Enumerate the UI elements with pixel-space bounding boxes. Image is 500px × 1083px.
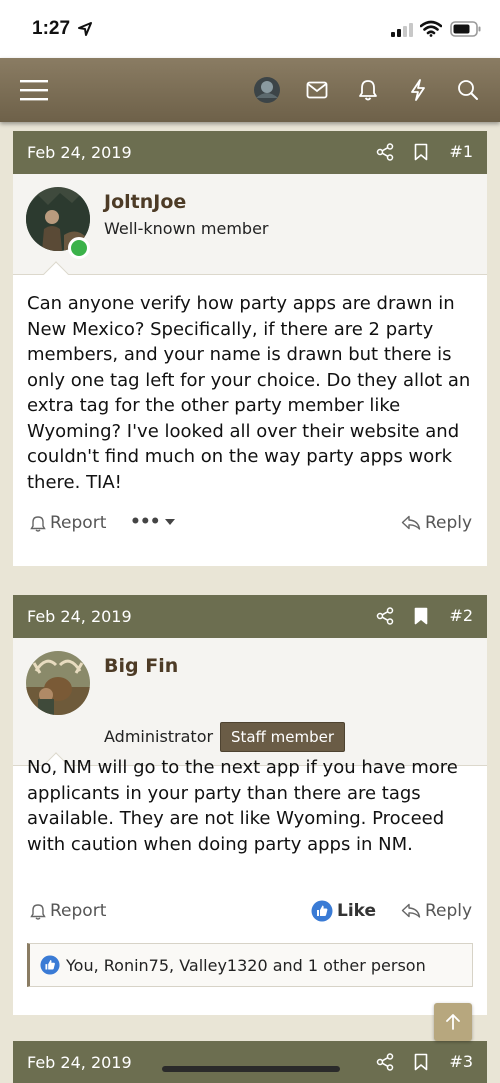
location-arrow-icon — [78, 22, 92, 36]
wifi-icon — [420, 20, 442, 37]
status-time: 1:27 — [32, 18, 71, 39]
more-dots: ••• — [130, 512, 161, 532]
home-indicator[interactable] — [162, 1066, 340, 1072]
user-band-pointer — [43, 261, 69, 287]
report-button[interactable]: Report — [30, 901, 106, 921]
reply-label: Reply — [425, 513, 473, 533]
user-title: Well-known member — [104, 219, 269, 238]
search-icon[interactable] — [452, 74, 484, 106]
like-label: Like — [337, 901, 377, 921]
user-info: JoltnJoe Well-known member — [13, 174, 487, 287]
username[interactable]: JoltnJoe — [104, 191, 186, 213]
menu-icon[interactable] — [18, 74, 50, 106]
report-button[interactable]: Report — [30, 513, 106, 533]
mail-icon[interactable] — [301, 74, 333, 106]
reply-label: Reply — [425, 901, 473, 921]
bookmark-icon[interactable] — [414, 1053, 428, 1071]
post-number[interactable]: #2 — [449, 606, 473, 625]
post-number[interactable]: #1 — [449, 142, 473, 161]
post-header: Feb 24, 2019 #1 — [13, 131, 487, 174]
reply-arrow-icon — [401, 903, 421, 918]
username[interactable]: Big Fin — [104, 655, 178, 677]
bell-outline-icon — [30, 903, 46, 920]
forum-navbar — [0, 58, 500, 122]
reactions-text: You, Ronin75, Valley1320 and 1 other per… — [66, 955, 426, 975]
avatar[interactable] — [26, 651, 90, 715]
user-info: Big Fin Administrator Staff member — [13, 638, 487, 778]
report-label: Report — [50, 901, 107, 921]
post-date[interactable]: Feb 24, 2019 — [27, 1053, 132, 1072]
post-number[interactable]: #3 — [449, 1052, 473, 1071]
reply-button[interactable]: Reply — [401, 901, 472, 921]
bell-icon[interactable] — [352, 74, 384, 106]
post-1: Feb 24, 2019 #1 JoltnJoe Well-known memb… — [13, 131, 487, 566]
reply-button[interactable]: Reply — [401, 513, 472, 533]
scroll-to-top-button[interactable] — [434, 1003, 472, 1041]
chevron-down-icon — [164, 519, 175, 525]
post-3: Feb 24, 2019 #3 — [13, 1041, 487, 1083]
user-avatar[interactable] — [251, 74, 283, 106]
share-icon[interactable] — [376, 143, 394, 161]
signal-icon — [391, 23, 413, 37]
post-2: Feb 24, 2019 #2 Big Fin Administrator St… — [13, 595, 487, 1015]
share-icon[interactable] — [376, 607, 394, 625]
bell-outline-icon — [30, 515, 46, 532]
thumbs-up-icon — [311, 900, 333, 922]
reply-arrow-icon — [401, 515, 421, 530]
post-date[interactable]: Feb 24, 2019 — [27, 143, 132, 162]
post-date[interactable]: Feb 24, 2019 — [27, 607, 132, 626]
post-header: Feb 24, 2019 #2 — [13, 595, 487, 638]
staff-member-badge[interactable]: Staff member — [220, 722, 345, 752]
more-options-button[interactable]: ••• — [130, 512, 176, 532]
lightning-icon[interactable] — [402, 74, 434, 106]
like-button[interactable]: Like — [311, 900, 376, 922]
thumbs-up-icon — [40, 955, 60, 975]
post-header: Feb 24, 2019 #3 — [13, 1041, 487, 1083]
bookmark-filled-icon[interactable] — [414, 607, 428, 625]
battery-icon — [450, 21, 481, 37]
bookmark-icon[interactable] — [414, 143, 428, 161]
online-status-indicator — [68, 237, 90, 259]
post-body: No, NM will go to the next app if you ha… — [27, 757, 458, 855]
report-label: Report — [50, 513, 107, 533]
status-bar: 1:27 — [0, 0, 500, 58]
share-icon[interactable] — [376, 1053, 394, 1071]
user-title: Administrator — [104, 727, 214, 746]
arrow-up-icon — [446, 1014, 460, 1030]
post-body: Can anyone verify how party apps are dra… — [27, 293, 471, 493]
reactions-bar[interactable]: You, Ronin75, Valley1320 and 1 other per… — [27, 943, 473, 987]
